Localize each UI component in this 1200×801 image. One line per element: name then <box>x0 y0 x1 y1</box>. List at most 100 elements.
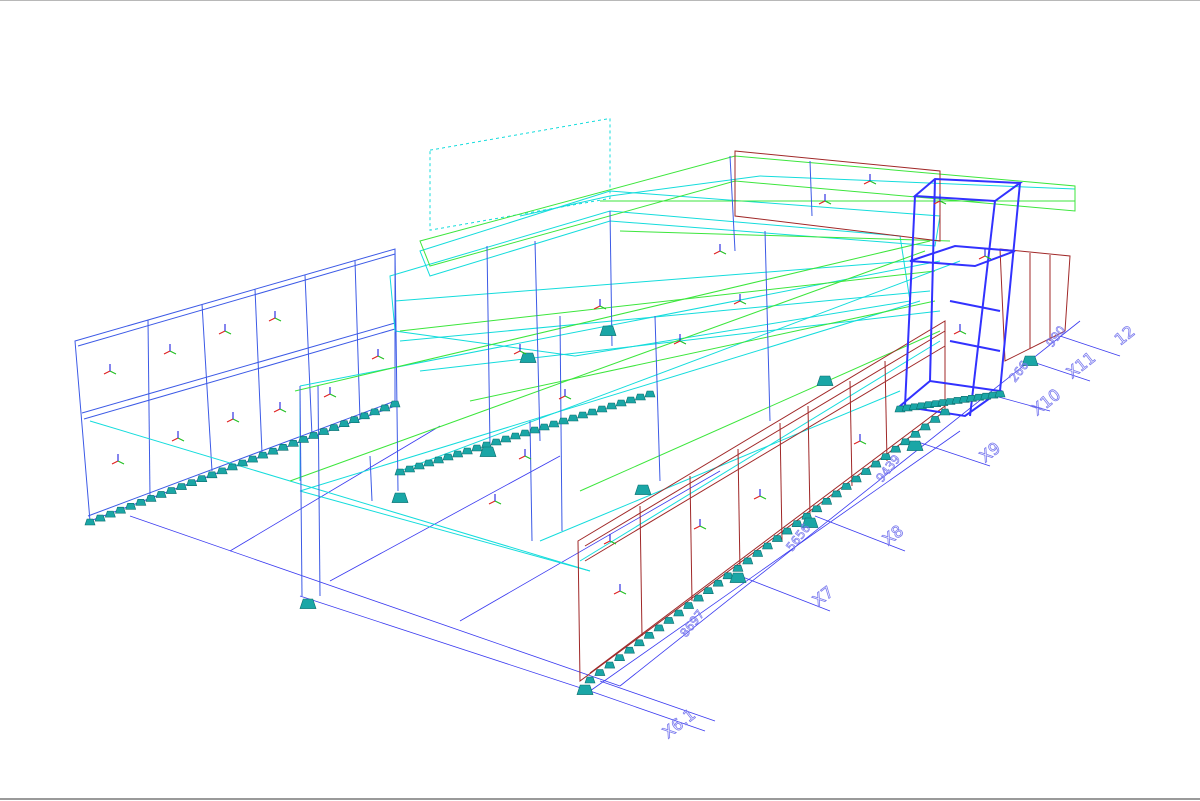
pinned-support-icon <box>125 502 137 510</box>
pinned-support-icon <box>615 399 627 407</box>
pinned-support-icon <box>277 443 289 451</box>
pinned-support-icon <box>558 417 569 425</box>
pinned-support-icon <box>576 684 594 695</box>
pinned-support-icon <box>226 463 238 471</box>
grid-line <box>329 455 561 582</box>
pinned-support-icon <box>831 490 842 498</box>
pinned-support-icon <box>816 375 834 386</box>
pinned-support-icon <box>860 468 872 475</box>
pinned-support-icon <box>84 518 96 526</box>
wall-beam <box>81 322 396 414</box>
pinned-support-icon <box>929 416 941 423</box>
pinned-support-icon <box>145 495 157 502</box>
column <box>764 230 771 422</box>
pinned-support-icon <box>359 412 370 420</box>
pinned-support-icon <box>135 499 147 506</box>
core-column <box>929 178 936 382</box>
pinned-support-icon <box>104 510 116 518</box>
xyz-triad-icon <box>268 311 282 322</box>
roof-beam <box>399 290 931 342</box>
pinned-support-icon <box>548 420 560 428</box>
pinned-support-icon <box>308 432 320 439</box>
structural-model-3d-view[interactable]: X6.1 X7 X8 X9 X10 X11 12 8697 5656 9439 … <box>0 1 1200 801</box>
xyz-triad-icon <box>518 449 532 460</box>
pinned-support-icon <box>625 396 637 404</box>
pinned-support-icon <box>348 416 360 424</box>
pinned-support-icon <box>471 444 483 452</box>
grid-label-x10: X10 <box>1028 385 1064 419</box>
xyz-triad-icon <box>111 454 125 465</box>
pinned-support-icon <box>115 506 126 514</box>
grid-label-x9: X9 <box>976 438 1004 466</box>
wall-column <box>304 274 313 437</box>
pinned-support-icon <box>577 411 589 419</box>
xyz-triad-icon <box>171 431 185 442</box>
pinned-support-icon <box>287 440 299 447</box>
pinned-support-icon <box>890 445 902 453</box>
pinned-support-icon <box>693 594 704 602</box>
pinned-support-icon <box>811 505 823 513</box>
column <box>369 455 373 502</box>
column <box>534 240 541 442</box>
xyz-triad-icon <box>226 412 240 423</box>
xyz-triad-icon <box>753 489 767 500</box>
roof-deck-grid <box>429 117 611 231</box>
front-wall-outline <box>577 320 946 682</box>
roof-beam <box>394 260 911 302</box>
pinned-support-icon <box>165 487 177 494</box>
green-beam <box>289 250 926 482</box>
xyz-triad-icon <box>613 584 627 595</box>
pinned-support-icon <box>186 479 198 486</box>
wall-beam <box>77 253 396 347</box>
pinned-support-icon <box>442 453 454 461</box>
roof-beam <box>299 490 591 572</box>
xyz-triad-icon <box>323 387 337 398</box>
pinned-support-icon <box>338 420 350 427</box>
pinned-support-icon <box>663 617 675 624</box>
front-wall-stud <box>737 448 741 572</box>
pinned-support-icon <box>604 661 616 669</box>
xyz-triad-icon <box>853 434 867 445</box>
pinned-support-icon <box>155 491 167 498</box>
model-viewport[interactable]: X6.1 X7 X8 X9 X10 X11 12 8697 5656 9439 … <box>0 0 1200 800</box>
pinned-support-icon <box>389 400 401 408</box>
pinned-support-icon <box>519 429 531 437</box>
roof-beam <box>399 260 961 472</box>
core-column <box>904 195 916 407</box>
pinned-support-icon <box>729 572 747 583</box>
roof-frame-green <box>289 155 1076 492</box>
pinned-support-icon <box>742 557 754 565</box>
pinned-support-icon <box>404 465 416 473</box>
wall-beam <box>83 328 396 420</box>
core-brace <box>949 300 1001 312</box>
xyz-triad-icon <box>371 349 385 360</box>
pinned-support-icon <box>634 484 652 495</box>
wall-column <box>147 319 151 498</box>
pinned-support-icon <box>702 587 714 594</box>
roof-beam <box>609 175 761 197</box>
xyz-triad-icon <box>103 364 117 375</box>
pinned-support-icon <box>919 423 931 431</box>
wall-column <box>201 303 213 472</box>
core-mid <box>909 244 1016 268</box>
pinned-support-icon <box>176 483 187 490</box>
pinned-support-icon <box>870 460 882 468</box>
pinned-support-icon <box>257 451 269 459</box>
pinned-support-icon <box>633 639 645 647</box>
left-wall-frame <box>74 248 396 522</box>
wall-column <box>254 288 263 454</box>
front-wall-stud <box>807 405 811 517</box>
core-column <box>999 182 1021 392</box>
xyz-triad-icon <box>163 344 177 355</box>
pinned-support-icon <box>237 459 248 467</box>
pinned-support-icon <box>94 514 106 522</box>
pinned-support-icon <box>781 527 793 535</box>
pinned-support-icon <box>461 447 473 455</box>
pinned-support-icon <box>624 646 635 654</box>
pinned-support-icon <box>567 414 579 422</box>
pinned-support-icon <box>644 390 656 398</box>
pinned-support-icon <box>850 475 862 483</box>
pinned-support-icon <box>369 408 381 416</box>
roof-beam <box>519 195 611 217</box>
pinned-support-icon <box>519 352 537 363</box>
